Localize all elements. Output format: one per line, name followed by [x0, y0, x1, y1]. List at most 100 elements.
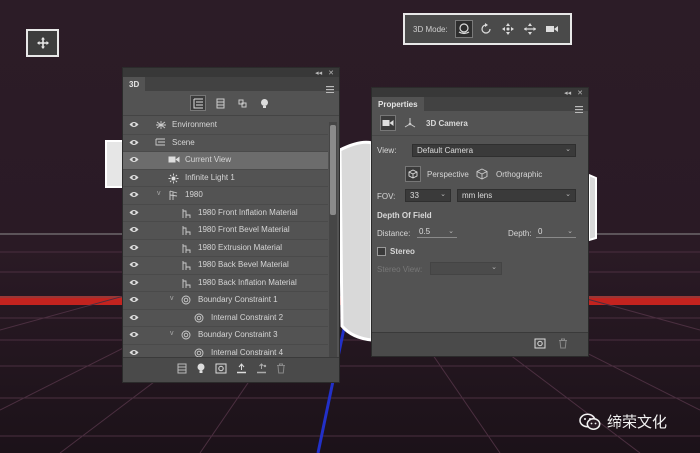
- chevron-down-icon: ⌄: [567, 228, 573, 235]
- collapse-panel-icon[interactable]: ◂◂: [315, 69, 322, 77]
- light-icon: [168, 173, 179, 186]
- stereo-checkbox-row[interactable]: Stereo: [377, 247, 415, 256]
- mesh-icon: [168, 190, 179, 203]
- visibility-eye-icon[interactable]: [129, 261, 139, 270]
- scene-tree-row[interactable]: 1980 Front Bevel Material: [123, 222, 328, 240]
- render-icon[interactable]: [534, 336, 546, 354]
- new-light-icon[interactable]: [196, 361, 206, 379]
- scene-tree-row[interactable]: v 1980: [123, 187, 328, 205]
- chevron-down-icon: ⌄: [491, 264, 497, 271]
- coordinates-icon[interactable]: [402, 115, 418, 131]
- tab-3d[interactable]: 3D: [123, 77, 146, 91]
- scene-tree-row[interactable]: v Boundary Constraint 1: [123, 292, 328, 310]
- render-icon[interactable]: [215, 361, 227, 379]
- add-constraint-icon[interactable]: [256, 361, 267, 379]
- scene-tree-row-label: Boundary Constraint 3: [198, 330, 278, 339]
- camera-icon: [168, 155, 180, 166]
- roll-icon[interactable]: [477, 20, 495, 38]
- visibility-eye-icon[interactable]: [129, 296, 139, 305]
- scene-tree-row[interactable]: Current View: [123, 152, 328, 170]
- 3d-mode-label: 3D Mode:: [413, 24, 448, 34]
- chevron-down-icon: ⌄: [448, 228, 454, 235]
- panel-tab-bar: 3D: [123, 77, 339, 93]
- visibility-eye-icon[interactable]: [129, 156, 139, 165]
- close-panel-icon[interactable]: ✕: [577, 89, 583, 97]
- scene-tree-row[interactable]: 1980 Front Inflation Material: [123, 205, 328, 222]
- visibility-eye-icon[interactable]: [129, 139, 139, 148]
- stereo-view-dropdown: ⌄: [430, 262, 502, 275]
- scale-camera-icon[interactable]: [543, 20, 561, 38]
- 3d-panel-footer: [123, 357, 339, 382]
- scene-tree-row-label: 1980 Front Inflation Material: [198, 207, 298, 217]
- scene-tree-row[interactable]: v Boundary Constraint 3: [123, 327, 328, 345]
- panel-menu-icon[interactable]: [326, 80, 334, 98]
- camera-icon[interactable]: [380, 115, 396, 131]
- scene-tree-row[interactable]: 1980 Extrusion Material: [123, 240, 328, 257]
- visibility-eye-icon[interactable]: [129, 209, 139, 218]
- mesh-filter-icon[interactable]: [212, 95, 228, 111]
- visibility-eye-icon[interactable]: [129, 191, 139, 200]
- view-value: Default Camera: [417, 146, 474, 155]
- visibility-eye-icon[interactable]: [129, 279, 139, 288]
- view-dropdown[interactable]: Default Camera ⌄: [412, 144, 576, 157]
- delete-icon[interactable]: [276, 361, 286, 379]
- scrollbar-thumb[interactable]: [330, 125, 336, 215]
- visibility-eye-icon[interactable]: [129, 331, 139, 340]
- move-icon: [36, 37, 49, 49]
- perspective-icon[interactable]: [405, 166, 421, 182]
- distance-input[interactable]: 0.5 ⌄: [417, 225, 457, 238]
- collapse-panel-icon[interactable]: ◂◂: [564, 89, 571, 97]
- panel-menu-icon[interactable]: [575, 100, 583, 118]
- distance-value: 0.5: [419, 226, 431, 236]
- expand-chevron-icon[interactable]: v: [170, 295, 174, 302]
- scene-tree-row[interactable]: 1980 Back Inflation Material: [123, 275, 328, 292]
- fov-input[interactable]: 33 ⌄: [405, 189, 451, 202]
- material-filter-icon[interactable]: [234, 95, 250, 111]
- scene-tree-row-label: 1980 Extrusion Material: [198, 242, 283, 252]
- panel-top-bar: ◂◂ ✕: [372, 88, 588, 97]
- scene-tree-row-label: Boundary Constraint 1: [198, 295, 278, 304]
- visibility-eye-icon[interactable]: [129, 174, 139, 183]
- visibility-eye-icon[interactable]: [129, 314, 139, 323]
- scene-tree-row[interactable]: 1980 Back Bevel Material: [123, 257, 328, 275]
- pan-icon[interactable]: [499, 20, 517, 38]
- fov-label: FOV:: [377, 192, 396, 201]
- tab-properties[interactable]: Properties: [372, 97, 424, 111]
- slide-icon[interactable]: [521, 20, 539, 38]
- close-panel-icon[interactable]: ✕: [328, 69, 334, 77]
- stereo-checkbox[interactable]: [377, 247, 386, 256]
- visibility-eye-icon[interactable]: [129, 244, 139, 253]
- chevron-down-icon: ⌄: [440, 191, 446, 198]
- scene-tree-row[interactable]: Infinite Light 1: [123, 170, 328, 187]
- properties-panel: ◂◂ ✕ Properties 3D Camera View: Default …: [371, 87, 589, 357]
- environment-icon: [155, 120, 167, 132]
- expand-chevron-icon[interactable]: v: [170, 330, 174, 337]
- new-mesh-icon[interactable]: [177, 361, 187, 379]
- depth-input[interactable]: 0 ⌄: [536, 225, 576, 238]
- panel-top-bar: ◂◂ ✕: [123, 68, 339, 77]
- lens-unit-dropdown[interactable]: mm lens ⌄: [457, 189, 576, 202]
- material-icon: [181, 225, 192, 238]
- move-tool-button[interactable]: [26, 29, 59, 57]
- visibility-eye-icon[interactable]: [129, 226, 139, 235]
- visibility-eye-icon[interactable]: [129, 121, 139, 130]
- orthographic-label[interactable]: Orthographic: [496, 170, 542, 179]
- scene-tree-row[interactable]: Internal Constraint 2: [123, 310, 328, 327]
- scene-tree-scrollbar[interactable]: [329, 122, 337, 357]
- scene-tree-row-label: 1980 Front Bevel Material: [198, 225, 290, 234]
- perspective-label[interactable]: Perspective: [427, 170, 469, 179]
- canvas-scene: [0, 0, 700, 453]
- orbit-icon[interactable]: [454, 20, 473, 38]
- light-filter-icon[interactable]: [256, 95, 272, 111]
- orthographic-icon[interactable]: [476, 167, 488, 185]
- scene-tree-row[interactable]: Environment: [123, 117, 328, 135]
- scene-tree-row[interactable]: Scene: [123, 135, 328, 152]
- scene-icon: [155, 138, 166, 150]
- scene-filter-icon[interactable]: [190, 95, 206, 111]
- watermark: 缔荣文化: [579, 411, 667, 432]
- ground-icon[interactable]: [236, 361, 247, 379]
- material-icon: [181, 260, 192, 273]
- scene-tree-row-label: 1980 Back Bevel Material: [198, 260, 289, 269]
- delete-icon[interactable]: [558, 336, 568, 354]
- expand-chevron-icon[interactable]: v: [157, 190, 161, 197]
